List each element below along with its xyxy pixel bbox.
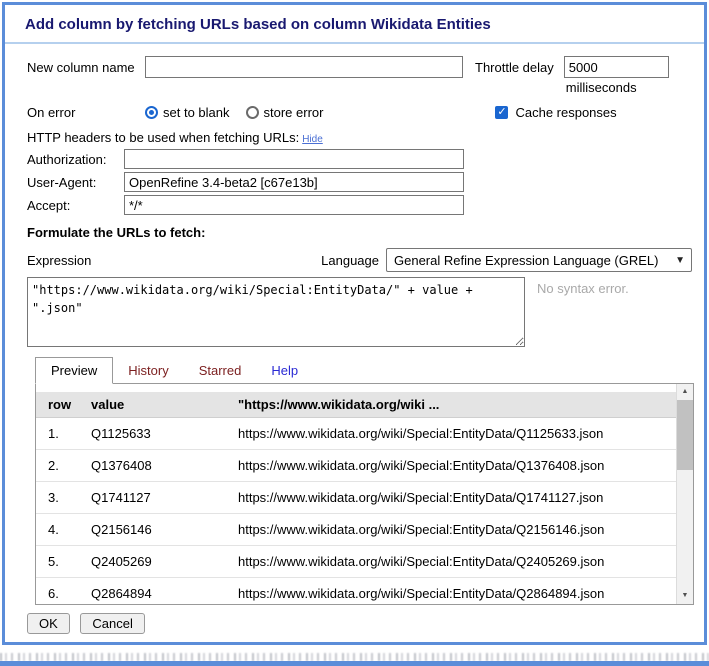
authorization-row: Authorization: — [27, 149, 694, 169]
throttle-delay-unit: milliseconds — [564, 80, 669, 95]
on-error-store-error-label: store error — [264, 105, 324, 120]
expression-language-row: Expression Language General Refine Expre… — [27, 248, 694, 272]
preview-table-wrap: row value "https://www.wikidata.org/wiki… — [36, 384, 676, 604]
throttle-delay-group: milliseconds — [564, 56, 669, 95]
row-url: https://www.wikidata.org/wiki/Special:En… — [234, 482, 676, 514]
language-label: Language — [321, 253, 379, 268]
accept-label: Accept: — [27, 198, 124, 213]
on-error-row: On error set to blank store error ✓ Cach… — [27, 105, 694, 120]
row-value: Q2156146 — [87, 514, 234, 546]
http-headers-label: HTTP headers to be used when fetching UR… — [27, 130, 299, 145]
table-row: 6. Q2864894 https://www.wikidata.org/wik… — [36, 578, 676, 605]
language-group: Language General Refine Expression Langu… — [321, 248, 692, 272]
language-select[interactable]: General Refine Expression Language (GREL… — [386, 248, 692, 272]
background-page-blurred-text — [0, 653, 709, 661]
authorization-input[interactable] — [124, 149, 464, 169]
cache-responses-checkbox[interactable]: ✓ Cache responses — [495, 105, 616, 120]
chevron-down-icon: ▼ — [675, 255, 685, 266]
col-header-row: row — [36, 392, 87, 418]
table-header-row: row value "https://www.wikidata.org/wiki… — [36, 392, 676, 418]
accept-input[interactable] — [124, 195, 464, 215]
expression-editor-row: "https://www.wikidata.org/wiki/Special:E… — [27, 277, 694, 347]
col-header-expression: "https://www.wikidata.org/wiki ... — [234, 392, 676, 418]
row-index: 3. — [36, 482, 87, 514]
preview-panel: row value "https://www.wikidata.org/wiki… — [35, 383, 694, 605]
row-url: https://www.wikidata.org/wiki/Special:En… — [234, 546, 676, 578]
language-selected-value: General Refine Expression Language (GREL… — [394, 253, 658, 268]
table-row: 3. Q1741127 https://www.wikidata.org/wik… — [36, 482, 676, 514]
user-agent-input[interactable] — [124, 172, 464, 192]
row-url: https://www.wikidata.org/wiki/Special:En… — [234, 450, 676, 482]
row-url: https://www.wikidata.org/wiki/Special:En… — [234, 578, 676, 605]
syntax-status-text: No syntax error. — [537, 277, 629, 296]
row-index: 6. — [36, 578, 87, 605]
throttle-delay-input[interactable] — [564, 56, 669, 78]
preview-tabs: Preview History Starred Help — [35, 357, 694, 383]
row-index: 4. — [36, 514, 87, 546]
expression-textarea[interactable]: "https://www.wikidata.org/wiki/Special:E… — [27, 277, 525, 347]
dialog-body: New column name Throttle delay milliseco… — [5, 56, 704, 642]
row-value: Q1376408 — [87, 450, 234, 482]
background-window-border — [0, 661, 709, 666]
preview-scrollbar[interactable]: ▲ ▼ — [676, 384, 693, 604]
http-headers-title: HTTP headers to be used when fetching UR… — [27, 130, 694, 145]
dialog-footer: OK Cancel — [27, 613, 694, 634]
preview-table: row value "https://www.wikidata.org/wiki… — [36, 392, 676, 604]
cancel-button[interactable]: Cancel — [80, 613, 144, 634]
table-row: 2. Q1376408 https://www.wikidata.org/wik… — [36, 450, 676, 482]
table-row: 5. Q2405269 https://www.wikidata.org/wik… — [36, 546, 676, 578]
row-index: 2. — [36, 450, 87, 482]
row-value: Q1125633 — [87, 418, 234, 450]
new-column-name-label: New column name — [27, 56, 145, 75]
radio-selected-icon — [145, 106, 158, 119]
row-index: 5. — [36, 546, 87, 578]
row-url: https://www.wikidata.org/wiki/Special:En… — [234, 418, 676, 450]
checkbox-checked-icon: ✓ — [495, 106, 508, 119]
formulate-urls-label: Formulate the URLs to fetch: — [27, 225, 694, 240]
table-row: 4. Q2156146 https://www.wikidata.org/wik… — [36, 514, 676, 546]
on-error-label: On error — [27, 105, 145, 120]
user-agent-row: User-Agent: — [27, 172, 694, 192]
scrollbar-up-icon[interactable]: ▲ — [677, 384, 693, 400]
cache-responses-label: Cache responses — [515, 105, 616, 120]
row-value: Q1741127 — [87, 482, 234, 514]
authorization-label: Authorization: — [27, 152, 124, 167]
scrollbar-down-icon[interactable]: ▼ — [677, 588, 693, 604]
tab-starred[interactable]: Starred — [184, 358, 257, 383]
name-throttle-row: New column name Throttle delay milliseco… — [27, 56, 694, 95]
tab-preview[interactable]: Preview — [35, 357, 113, 384]
hide-headers-link[interactable]: Hide — [302, 134, 323, 145]
throttle-delay-label: Throttle delay — [475, 56, 554, 75]
on-error-set-to-blank-label: set to blank — [163, 105, 230, 120]
new-column-name-input[interactable] — [145, 56, 463, 78]
add-column-by-fetching-urls-dialog: Add column by fetching URLs based on col… — [2, 2, 707, 645]
table-row: 1. Q1125633 https://www.wikidata.org/wik… — [36, 418, 676, 450]
dialog-title: Add column by fetching URLs based on col… — [5, 5, 704, 44]
user-agent-label: User-Agent: — [27, 175, 124, 190]
expression-label: Expression — [27, 253, 91, 268]
on-error-set-to-blank-radio[interactable]: set to blank — [145, 105, 230, 120]
row-value: Q2864894 — [87, 578, 234, 605]
radio-unselected-icon — [246, 106, 259, 119]
tab-history[interactable]: History — [113, 358, 183, 383]
on-error-store-error-radio[interactable]: store error — [246, 105, 324, 120]
row-value: Q2405269 — [87, 546, 234, 578]
accept-row: Accept: — [27, 195, 694, 215]
row-index: 1. — [36, 418, 87, 450]
scrollbar-thumb[interactable] — [677, 400, 693, 470]
http-headers-fields: Authorization: User-Agent: Accept: — [27, 149, 694, 215]
row-url: https://www.wikidata.org/wiki/Special:En… — [234, 514, 676, 546]
ok-button[interactable]: OK — [27, 613, 70, 634]
col-header-value: value — [87, 392, 234, 418]
tab-help[interactable]: Help — [256, 358, 313, 383]
